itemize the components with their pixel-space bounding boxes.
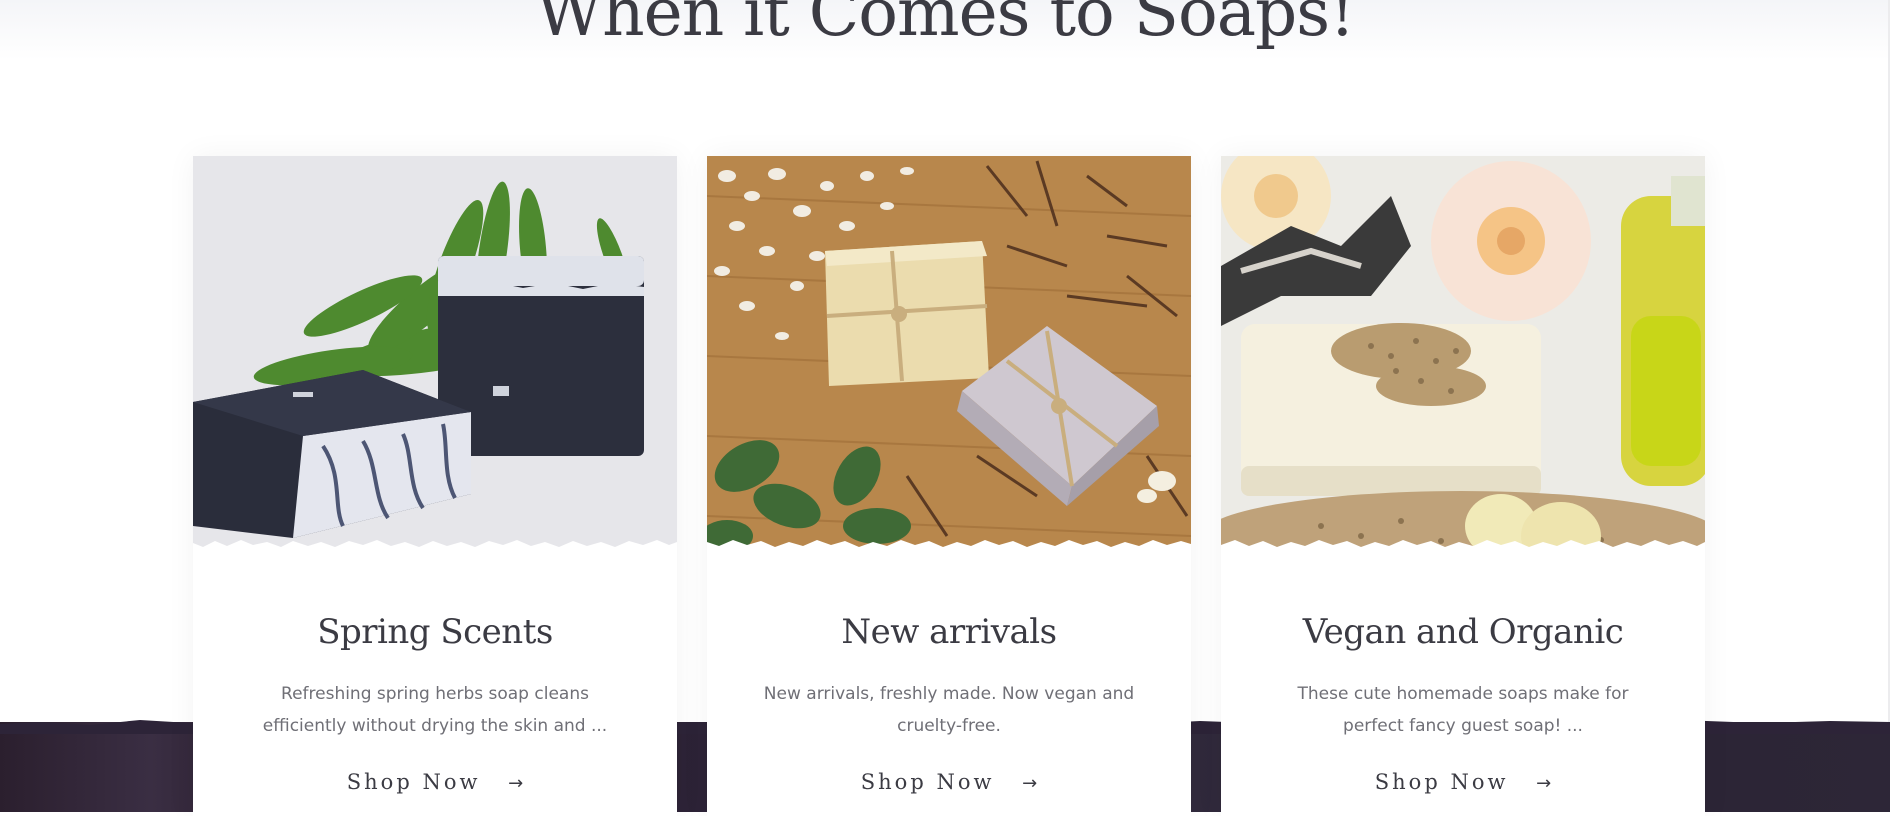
torn-paper-edge — [193, 540, 677, 558]
shop-now-link[interactable]: Shop Now → — [707, 770, 1191, 794]
card-title: Vegan and Organic — [1302, 612, 1624, 652]
section-title: When it Comes to Soaps! — [535, 0, 1355, 51]
torn-paper-edge — [707, 540, 1191, 558]
shop-now-link[interactable]: Shop Now → — [193, 770, 677, 794]
card-image-spring-scents — [193, 156, 677, 558]
card-title: New arrivals — [841, 612, 1057, 652]
card-image-vegan-organic — [1221, 156, 1705, 558]
product-card-vegan-organic: Vegan and Organic These cute homemade so… — [1221, 156, 1705, 816]
product-card-new-arrivals: New arrivals New arrivals, freshly made.… — [707, 156, 1191, 816]
arrow-right-icon: → — [1536, 773, 1552, 794]
shop-now-label: Shop Now — [1374, 770, 1509, 794]
shop-now-label: Shop Now — [346, 770, 481, 794]
torn-paper-edge — [1221, 540, 1705, 558]
soap-photo-charcoal — [193, 156, 677, 558]
card-description: New arrivals, freshly made. Now vegan an… — [763, 684, 1135, 736]
soap-photo-sesame — [1221, 156, 1705, 558]
product-card-spring-scents: Spring Scents Refreshing spring herbs so… — [193, 156, 677, 816]
card-title: Spring Scents — [317, 612, 553, 652]
soap-photo-wooden-board — [707, 156, 1191, 558]
card-image-new-arrivals — [707, 156, 1191, 558]
arrow-right-icon: → — [508, 773, 524, 794]
arrow-right-icon: → — [1022, 773, 1038, 794]
shop-now-link[interactable]: Shop Now → — [1221, 770, 1705, 794]
card-description: These cute homemade soaps make for perfe… — [1297, 684, 1629, 736]
shop-now-label: Shop Now — [860, 770, 995, 794]
card-description: Refreshing spring herbs soap cleans effi… — [262, 684, 608, 736]
